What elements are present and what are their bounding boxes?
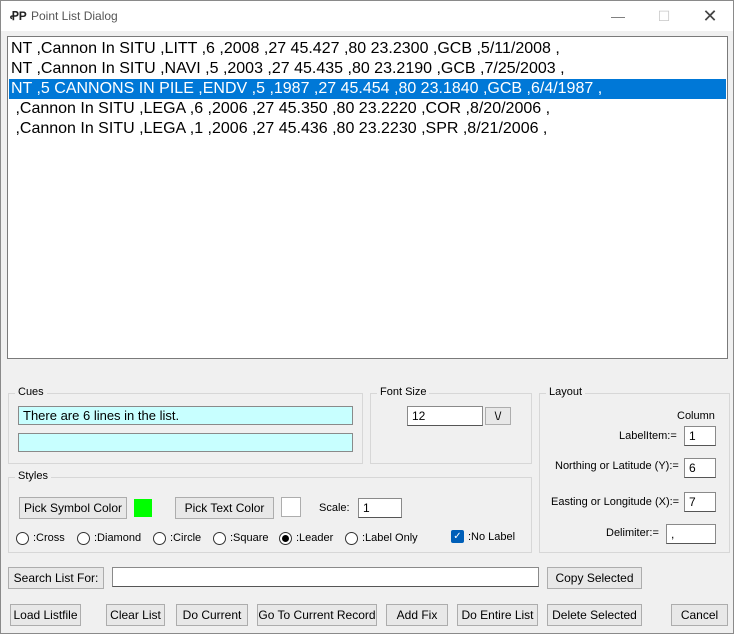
delimiter-input[interactable]: , (666, 524, 716, 544)
scale-input[interactable]: 1 (358, 498, 402, 518)
list-item[interactable]: ,Cannon In SITU ,LEGA ,1 ,2006 ,27 45.43… (9, 119, 726, 139)
text-color-swatch (281, 497, 301, 517)
radio-label-only[interactable] (345, 532, 358, 545)
no-label-checkbox[interactable]: ✓ (451, 530, 464, 543)
add-fix-button[interactable]: Add Fix (386, 604, 448, 626)
pick-text-color-button[interactable]: Pick Text Color (175, 497, 274, 519)
radio-diamond-label: :Diamond (94, 532, 142, 544)
radio-leader[interactable] (279, 532, 292, 545)
font-size-input[interactable]: 12 (407, 406, 483, 426)
radio-square[interactable] (213, 532, 226, 545)
radio-label-only-label: :Label Only (362, 532, 418, 544)
cues-group-label: Cues (15, 386, 47, 398)
point-list-dialog: ꝒP Point List Dialog — ☐ ✕ NT ,Cannon In… (0, 0, 734, 634)
list-item[interactable]: NT ,Cannon In SITU ,NAVI ,5 ,2003 ,27 45… (9, 59, 726, 79)
layout-group-label: Layout (546, 386, 586, 398)
point-list[interactable]: NT ,Cannon In SITU ,LITT ,6 ,2008 ,27 45… (7, 36, 728, 359)
radio-square-label: :Square (230, 532, 269, 544)
minimize-icon[interactable]: — (595, 1, 641, 31)
cues-group: Cues There are 6 lines in the list. (8, 386, 363, 464)
cancel-button[interactable]: Cancel (671, 604, 728, 626)
column-header: Column (677, 410, 715, 422)
window-title: Point List Dialog (31, 9, 118, 23)
radio-circle[interactable] (153, 532, 166, 545)
font-size-group-label: Font Size (377, 386, 430, 398)
load-listfile-button[interactable]: Load Listfile (10, 604, 81, 626)
northing-input[interactable]: 6 (684, 458, 716, 478)
go-to-current-record-button[interactable]: Go To Current Record (257, 604, 377, 626)
delimiter-label: Delimiter:= (606, 527, 659, 539)
styles-group-label: Styles (15, 470, 51, 482)
cue-line-1: There are 6 lines in the list. (18, 406, 353, 425)
symbol-color-swatch (134, 499, 152, 517)
no-label-label: :No Label (468, 531, 516, 543)
search-input[interactable] (112, 567, 539, 587)
radio-diamond[interactable] (77, 532, 90, 545)
radio-cross-label: :Cross (33, 532, 65, 544)
label-item-label: LabelItem:= (619, 430, 677, 442)
list-item[interactable]: NT ,5 CANNONS IN PILE ,ENDV ,5 ,1987 ,27… (9, 79, 726, 99)
app-icon: ꝒP (10, 9, 27, 23)
cue-line-2 (18, 433, 353, 452)
close-icon[interactable]: ✕ (687, 1, 733, 31)
list-item[interactable]: NT ,Cannon In SITU ,LITT ,6 ,2008 ,27 45… (9, 39, 726, 59)
title-bar: ꝒP Point List Dialog — ☐ ✕ (1, 1, 733, 31)
do-entire-list-button[interactable]: Do Entire List (457, 604, 538, 626)
radio-circle-label: :Circle (170, 532, 202, 544)
styles-group: Styles Pick Symbol Color Pick Text Color… (8, 470, 532, 553)
easting-label: Easting or Longitude (X):= (551, 496, 680, 508)
delete-selected-button[interactable]: Delete Selected (547, 604, 642, 626)
maximize-icon: ☐ (657, 8, 671, 24)
chevron-down-icon[interactable]: \/ (485, 407, 511, 425)
northing-label: Northing or Latitude (Y):= (555, 460, 679, 472)
list-item[interactable]: ,Cannon In SITU ,LEGA ,6 ,2006 ,27 45.35… (9, 99, 726, 119)
layout-group: Layout Column LabelItem:= 1 Northing or … (539, 386, 730, 553)
copy-selected-button[interactable]: Copy Selected (547, 567, 642, 589)
easting-input[interactable]: 7 (684, 492, 716, 512)
do-current-button[interactable]: Do Current (176, 604, 248, 626)
font-size-group: Font Size 12 \/ (370, 386, 532, 464)
pick-symbol-color-button[interactable]: Pick Symbol Color (19, 497, 127, 519)
search-list-button[interactable]: Search List For: (8, 567, 104, 589)
clear-list-button[interactable]: Clear List (106, 604, 165, 626)
radio-cross[interactable] (16, 532, 29, 545)
label-item-input[interactable]: 1 (684, 426, 716, 446)
scale-label: Scale: (319, 502, 350, 514)
radio-leader-label: :Leader (296, 532, 334, 544)
